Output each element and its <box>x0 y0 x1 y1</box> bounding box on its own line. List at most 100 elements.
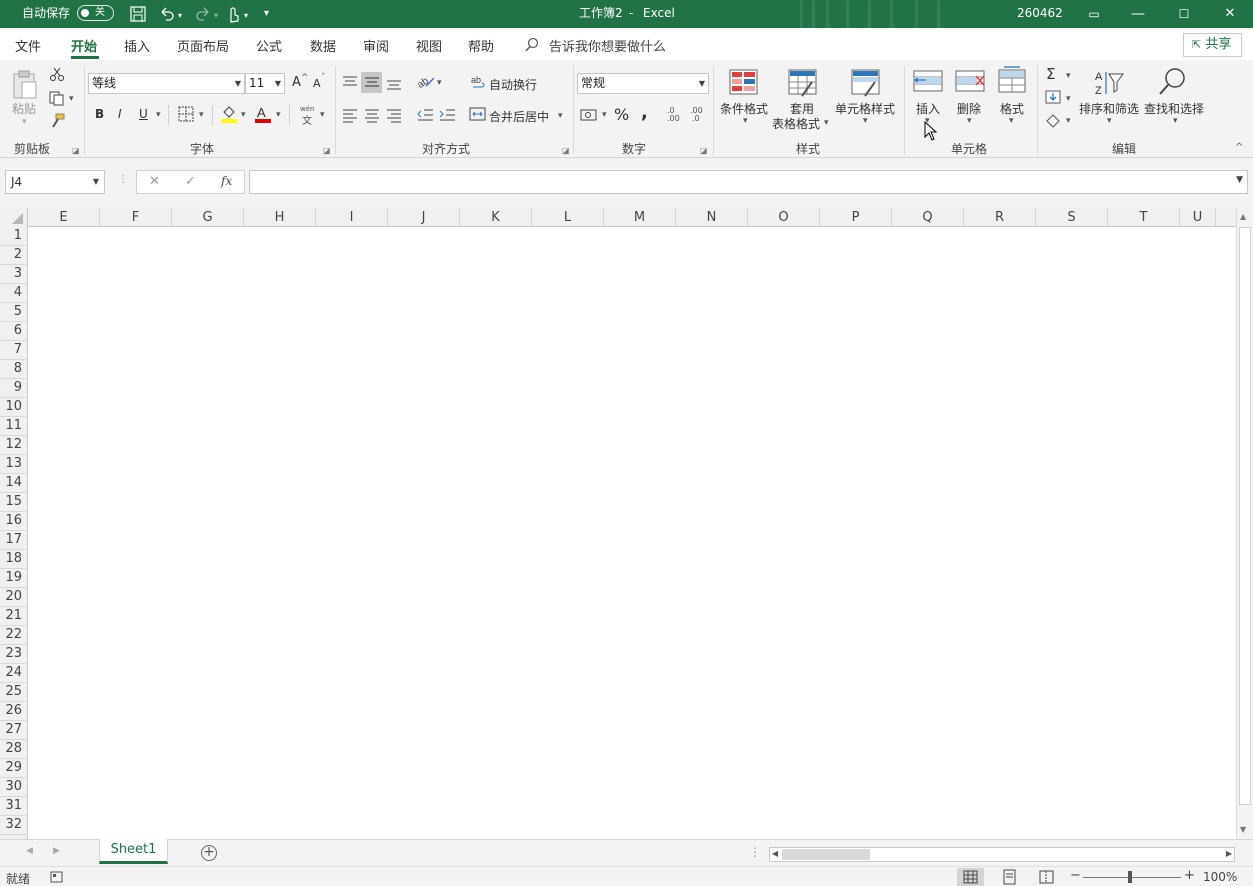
tab-home[interactable]: 开始 <box>71 36 97 55</box>
row-header[interactable]: 23 <box>0 645 28 664</box>
delete-cells-button[interactable]: 删除 <box>957 100 981 117</box>
decrease-indent-icon[interactable] <box>416 107 434 123</box>
font-color-dropdown-icon[interactable]: ▾ <box>276 110 281 120</box>
tab-split-handle[interactable]: ⋮ <box>749 845 761 859</box>
undo-icon[interactable] <box>158 5 176 23</box>
fill-color-dropdown-icon[interactable]: ▾ <box>241 110 246 120</box>
row-header[interactable]: 24 <box>0 664 28 683</box>
row-header[interactable]: 1 <box>0 227 28 246</box>
align-left-icon[interactable] <box>341 107 359 123</box>
prev-sheet-icon[interactable]: ◀ <box>26 846 33 856</box>
save-icon[interactable] <box>129 5 147 23</box>
phonetic-dropdown-icon[interactable]: ▾ <box>320 110 325 120</box>
column-header[interactable]: N <box>676 208 748 227</box>
paste-dropdown-icon[interactable]: ▾ <box>22 117 27 127</box>
column-header[interactable]: L <box>532 208 604 227</box>
cell-styles-icon[interactable] <box>851 68 881 98</box>
find-select-dropdown-icon[interactable]: ▾ <box>1173 116 1178 126</box>
borders-icon[interactable] <box>178 106 194 122</box>
tell-me-input[interactable]: 告诉我你想要做什么 <box>549 36 666 55</box>
tab-insert[interactable]: 插入 <box>124 36 150 55</box>
italic-button[interactable]: I <box>118 107 122 121</box>
wrap-text-icon[interactable]: ab <box>471 74 487 90</box>
bold-button[interactable]: B <box>95 107 104 121</box>
clear-dropdown-icon[interactable]: ▾ <box>1066 116 1071 126</box>
accounting-dropdown-icon[interactable]: ▾ <box>602 110 607 120</box>
expand-formula-bar-icon[interactable]: ▼ <box>1236 175 1243 185</box>
format-cells-icon[interactable] <box>996 66 1028 96</box>
alignment-launcher-icon[interactable]: ◪ <box>562 146 570 155</box>
formula-input[interactable]: ▼ <box>249 170 1248 194</box>
row-header[interactable]: 18 <box>0 550 28 569</box>
row-header[interactable]: 19 <box>0 569 28 588</box>
scroll-down-icon[interactable]: ▼ <box>1240 825 1246 834</box>
redo-dropdown-icon[interactable]: ▾ <box>214 9 218 23</box>
paste-icon[interactable] <box>10 68 40 102</box>
row-header[interactable]: 32 <box>0 816 28 835</box>
column-header[interactable]: T <box>1108 208 1180 227</box>
page-layout-view-button[interactable] <box>996 868 1023 886</box>
orientation-dropdown-icon[interactable]: ▾ <box>437 78 442 88</box>
cell-styles-dropdown-icon[interactable]: ▾ <box>863 116 868 126</box>
add-sheet-button[interactable]: + <box>201 845 217 861</box>
find-select-icon[interactable] <box>1157 66 1189 98</box>
redo-icon[interactable] <box>194 5 212 23</box>
fill-icon[interactable] <box>1044 89 1062 105</box>
zoom-out-button[interactable]: − <box>1070 868 1081 883</box>
accounting-format-icon[interactable] <box>580 107 600 123</box>
user-id[interactable]: 260462 <box>1017 6 1063 20</box>
row-header[interactable]: 12 <box>0 436 28 455</box>
font-color-icon[interactable]: A <box>254 104 272 124</box>
number-launcher-icon[interactable]: ◪ <box>700 146 708 155</box>
zoom-in-button[interactable]: + <box>1184 868 1195 883</box>
align-top-icon[interactable] <box>341 74 359 90</box>
row-header[interactable]: 28 <box>0 740 28 759</box>
macro-record-icon[interactable] <box>50 870 64 884</box>
next-sheet-icon[interactable]: ▶ <box>53 846 60 856</box>
autosum-icon[interactable]: Σ <box>1046 65 1055 83</box>
align-middle-button[interactable] <box>361 72 382 93</box>
row-header[interactable]: 25 <box>0 683 28 702</box>
column-header[interactable]: H <box>244 208 316 227</box>
column-header[interactable]: U <box>1180 208 1216 227</box>
merge-center-button[interactable]: 合并后居中 <box>489 108 549 125</box>
row-header[interactable]: 17 <box>0 531 28 550</box>
clear-icon[interactable] <box>1044 112 1062 128</box>
row-header[interactable]: 21 <box>0 607 28 626</box>
cut-icon[interactable] <box>49 66 65 82</box>
touch-mode-icon[interactable] <box>225 4 241 24</box>
orientation-icon[interactable]: ab <box>416 72 436 90</box>
increase-indent-icon[interactable] <box>438 107 456 123</box>
font-size-select[interactable]: 11 ▼ <box>245 73 285 94</box>
shrink-font-icon[interactable]: A <box>313 77 321 90</box>
vertical-scroll-thumb[interactable] <box>1239 227 1251 805</box>
row-header[interactable]: 29 <box>0 759 28 778</box>
delete-cells-dropdown-icon[interactable]: ▾ <box>967 116 972 126</box>
row-header[interactable]: 11 <box>0 417 28 436</box>
sort-filter-dropdown-icon[interactable]: ▾ <box>1107 116 1112 126</box>
enter-icon[interactable]: ✓ <box>185 174 196 189</box>
scroll-up-icon[interactable]: ▲ <box>1240 212 1246 221</box>
row-header[interactable]: 6 <box>0 322 28 341</box>
merge-dropdown-icon[interactable]: ▾ <box>558 111 563 121</box>
column-header[interactable]: J <box>388 208 460 227</box>
row-header[interactable]: 30 <box>0 778 28 797</box>
conditional-formatting-icon[interactable] <box>729 68 759 96</box>
column-header[interactable]: R <box>964 208 1036 227</box>
insert-cells-button[interactable]: 插入 <box>916 100 940 117</box>
sort-filter-icon[interactable]: A Z <box>1093 68 1125 98</box>
tab-file[interactable]: 文件 <box>15 36 41 55</box>
row-header[interactable]: 31 <box>0 797 28 816</box>
horizontal-scrollbar[interactable]: ◀ ▶ <box>769 847 1235 862</box>
font-launcher-icon[interactable]: ◪ <box>323 146 331 155</box>
column-header[interactable]: O <box>748 208 820 227</box>
row-header[interactable]: 8 <box>0 360 28 379</box>
zoom-slider-thumb[interactable] <box>1128 871 1132 883</box>
format-cells-dropdown-icon[interactable]: ▾ <box>1009 116 1014 126</box>
format-as-table-label[interactable]: 表格格式 <box>772 115 820 132</box>
column-header[interactable]: P <box>820 208 892 227</box>
minimize-button[interactable]: — <box>1115 0 1161 28</box>
sheet-tab-sheet1[interactable]: Sheet1 <box>99 839 168 864</box>
autosum-dropdown-icon[interactable]: ▾ <box>1066 71 1071 81</box>
row-header[interactable]: 4 <box>0 284 28 303</box>
